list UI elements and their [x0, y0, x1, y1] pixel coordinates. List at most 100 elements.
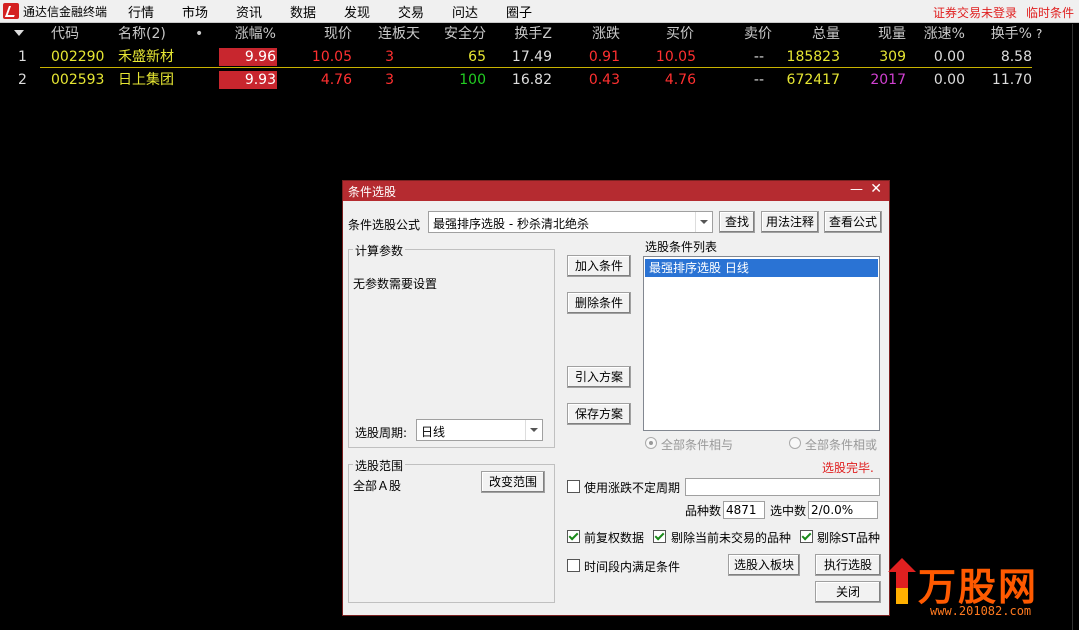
chevron-down-icon[interactable]: [695, 212, 712, 232]
help-icon[interactable]: ?: [1036, 24, 1042, 44]
menu-market[interactable]: 市场: [182, 2, 208, 21]
menu-ask[interactable]: 问达: [452, 2, 478, 21]
change-scope-button[interactable]: 改变范围: [481, 471, 545, 493]
col-header-limit-days[interactable]: 连板天: [360, 24, 420, 44]
col-header-bid[interactable]: 买价: [644, 24, 694, 44]
col-header-cur-vol[interactable]: 现量: [856, 24, 906, 44]
list-item[interactable]: 最强排序选股 日线: [645, 259, 878, 277]
col-header-turnover-pct[interactable]: 换手%: [976, 24, 1032, 44]
watermark-url: www.201082.com: [930, 604, 1032, 618]
formula-select[interactable]: 最强排序选股 - 秒杀清北绝杀: [428, 211, 713, 233]
limit-days: 3: [385, 72, 394, 88]
formula-label: 条件选股公式: [348, 218, 421, 232]
col-header-speed[interactable]: 涨速%: [910, 24, 965, 44]
delete-condition-button[interactable]: 删除条件: [567, 292, 631, 314]
row-selection-line: [40, 67, 1032, 68]
col-header-change[interactable]: 涨跌: [570, 24, 620, 44]
condition-list[interactable]: 最强排序选股 日线: [643, 256, 880, 431]
add-condition-button[interactable]: 加入条件: [567, 255, 631, 277]
adjust-data-checkbox[interactable]: [567, 530, 580, 543]
close-icon[interactable]: ✕: [870, 181, 882, 197]
dialog-title-bar[interactable]: 条件选股 — ✕: [343, 181, 889, 201]
col-header-turnover-z[interactable]: 换手Z: [500, 24, 552, 44]
chevron-down-icon[interactable]: [525, 420, 542, 440]
row-index: 2: [18, 72, 27, 88]
turnover-z: 16.82: [511, 72, 552, 88]
turnover-pct: 8.58: [1000, 49, 1032, 65]
menu-trade[interactable]: 交易: [398, 2, 424, 21]
col-header-price[interactable]: 现价: [300, 24, 352, 44]
stock-screener-dialog: 条件选股 — ✕ 条件选股公式 最强排序选股 - 秒杀清北绝杀 查找 用法注释 …: [342, 180, 890, 616]
menu-discover[interactable]: 发现: [344, 2, 370, 21]
close-button[interactable]: 关闭: [815, 581, 881, 603]
params-text: 无参数需要设置: [353, 277, 438, 291]
import-plan-button[interactable]: 引入方案: [567, 366, 631, 388]
scope-group-title: 选股范围: [353, 457, 406, 474]
col-header-change-pct[interactable]: 涨幅%: [216, 24, 276, 44]
safety-score: 65: [468, 49, 486, 65]
dialog-title: 条件选股: [348, 185, 397, 199]
menu-news[interactable]: 资讯: [236, 2, 262, 21]
selected-label: 选中数: [770, 504, 807, 518]
stock-code: 002290: [51, 49, 105, 65]
watermark-arrow-icon: [888, 558, 916, 604]
period-select[interactable]: 日线: [416, 419, 543, 441]
current-volume: 309: [879, 49, 906, 65]
change: 0.91: [588, 49, 620, 65]
save-plan-button[interactable]: 保存方案: [567, 403, 631, 425]
radio-or[interactable]: [789, 437, 801, 449]
menu-quotes[interactable]: 行情: [128, 2, 154, 21]
timerange-checkbox[interactable]: [567, 559, 580, 572]
bid: 10.05: [655, 49, 696, 65]
price: 4.76: [320, 72, 352, 88]
minimize-icon[interactable]: —: [850, 182, 863, 197]
panel-divider: [1072, 24, 1073, 630]
execute-screening-button[interactable]: 执行选股: [815, 554, 881, 576]
change-pct: 9.96: [244, 49, 276, 65]
count-label: 品种数: [685, 504, 722, 518]
volatile-period-checkbox[interactable]: [567, 480, 580, 493]
exclude-untraded-checkbox[interactable]: [653, 530, 666, 543]
col-header-volume[interactable]: 总量: [780, 24, 840, 44]
sort-dropdown-icon[interactable]: [14, 30, 24, 36]
temp-condition-status[interactable]: 临时条件: [1026, 4, 1074, 21]
usage-notes-button[interactable]: 用法注释: [761, 211, 819, 233]
volatile-period-label: 使用涨跌不定周期: [584, 481, 681, 495]
count-field: 4871: [723, 501, 765, 519]
col-header-ask[interactable]: 卖价: [720, 24, 772, 44]
volatile-period-field[interactable]: [685, 478, 880, 496]
radio-and[interactable]: [645, 437, 657, 449]
col-header-name[interactable]: 名称(2): [118, 24, 166, 44]
params-group-title: 计算参数: [353, 242, 406, 259]
menu-circle[interactable]: 圈子: [506, 2, 532, 21]
login-status[interactable]: 证券交易未登录: [933, 4, 1017, 21]
condition-list-label: 选股条件列表: [645, 240, 718, 254]
watermark-name: 万股网: [918, 565, 1039, 609]
col-header-dot: •: [195, 26, 204, 42]
radio-and-label: 全部条件相与: [661, 438, 734, 452]
turnover-pct: 11.70: [991, 72, 1032, 88]
exclude-untraded-label: 剔除当前未交易的品种: [671, 531, 792, 545]
ask: --: [753, 72, 764, 88]
menu-bar: 通达信金融终端 行情 市场 资讯 数据 发现 交易 问达 圈子 证券交易未登录 …: [0, 0, 1079, 23]
formula-value: 最强排序选股 - 秒杀清北绝杀: [433, 217, 589, 231]
menu-data[interactable]: 数据: [290, 2, 316, 21]
selected-field: 2/0.0%: [808, 501, 878, 519]
col-header-code[interactable]: 代码: [51, 24, 79, 44]
col-header-safety[interactable]: 安全分: [426, 24, 486, 44]
exclude-st-checkbox[interactable]: [800, 530, 813, 543]
find-button[interactable]: 查找: [719, 211, 755, 233]
view-formula-button[interactable]: 查看公式: [824, 211, 882, 233]
period-label: 选股周期:: [355, 426, 408, 440]
stock-name: 日上集团: [118, 72, 174, 88]
add-to-block-button[interactable]: 选股入板块: [728, 554, 800, 576]
change: 0.43: [588, 72, 620, 88]
limit-days: 3: [385, 49, 394, 65]
current-volume: 2017: [870, 72, 906, 88]
exclude-st-label: 剔除ST品种: [817, 531, 880, 545]
volume: 672417: [786, 72, 840, 88]
speed: 0.00: [933, 49, 965, 65]
app-title: 通达信金融终端: [23, 5, 108, 19]
price: 10.05: [311, 49, 352, 65]
app-logo-icon: [3, 3, 19, 19]
